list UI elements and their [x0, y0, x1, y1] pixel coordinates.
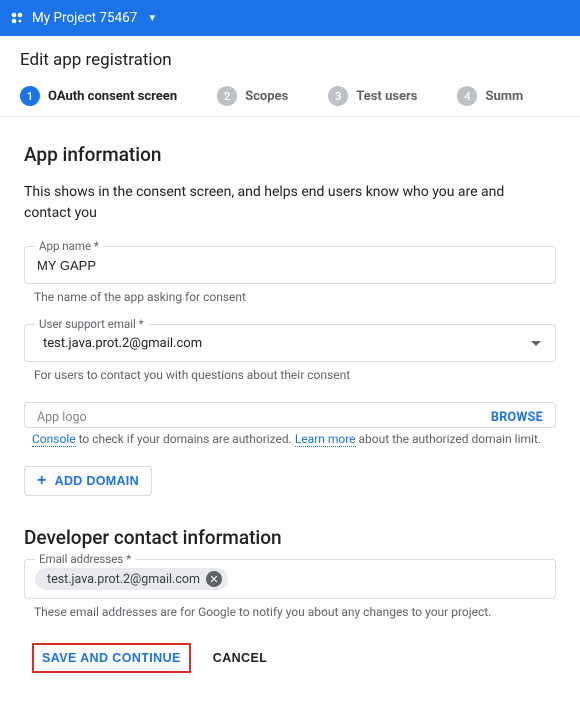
stepper: 1 OAuth consent screen 2 Scopes 3 Test u…: [0, 82, 580, 117]
dev-email-label: Email addresses *: [35, 552, 135, 566]
chevron-down-icon: ▼: [147, 13, 157, 24]
chevron-down-icon: [531, 341, 541, 346]
step-label: OAuth consent screen: [48, 89, 177, 104]
support-email-value: test.java.prot.2@gmail.com: [43, 336, 202, 351]
app-name-input[interactable]: [25, 247, 555, 283]
page-title: Edit app registration: [0, 36, 580, 82]
step-test-users[interactable]: 3 Test users: [328, 86, 417, 106]
app-name-field[interactable]: App name *: [24, 246, 556, 284]
step-number: 3: [328, 86, 348, 106]
content: App information This shows in the consen…: [0, 117, 580, 703]
step-summary[interactable]: 4 Summ: [457, 86, 523, 106]
email-chip: test.java.prot.2@gmail.com ✕: [35, 568, 228, 590]
dev-email-helper: These email addresses are for Google to …: [34, 605, 556, 619]
action-row: SAVE AND CONTINUE CANCEL: [24, 643, 556, 673]
app-logo-label: App logo: [37, 410, 87, 425]
save-and-continue-button[interactable]: SAVE AND CONTINUE: [32, 643, 191, 673]
step-scopes[interactable]: 2 Scopes: [217, 86, 288, 106]
gcp-logo-icon: [10, 11, 24, 25]
domain-hint: Console to check if your domains are aut…: [32, 430, 556, 448]
dev-email-field[interactable]: Email addresses * test.java.prot.2@gmail…: [24, 559, 556, 599]
app-name-label: App name *: [35, 239, 103, 253]
support-email-field[interactable]: User support email * test.java.prot.2@gm…: [24, 324, 556, 362]
learn-more-link[interactable]: Learn more: [295, 432, 356, 447]
project-selector[interactable]: My Project 75467: [32, 10, 137, 26]
browse-button[interactable]: BROWSE: [491, 410, 543, 425]
step-label: Scopes: [245, 89, 288, 104]
app-info-heading: App information: [24, 143, 556, 166]
search-console-link[interactable]: Console: [32, 432, 76, 447]
step-label: Test users: [356, 89, 417, 104]
app-info-sub: This shows in the consent screen, and he…: [24, 182, 544, 224]
support-email-helper: For users to contact you with questions …: [34, 368, 556, 382]
app-name-helper: The name of the app asking for consent: [34, 290, 556, 304]
add-domain-label: ADD DOMAIN: [55, 474, 139, 488]
cancel-button[interactable]: CANCEL: [213, 651, 267, 665]
email-chip-text: test.java.prot.2@gmail.com: [47, 572, 200, 587]
step-label: Summ: [485, 89, 523, 104]
dev-contact-heading: Developer contact information: [24, 526, 556, 549]
add-domain-button[interactable]: + ADD DOMAIN: [24, 466, 152, 496]
top-bar: My Project 75467 ▼: [0, 0, 580, 36]
step-number: 1: [20, 86, 40, 106]
step-number: 4: [457, 86, 477, 106]
step-oauth-consent[interactable]: 1 OAuth consent screen: [20, 86, 177, 106]
remove-chip-icon[interactable]: ✕: [206, 571, 222, 587]
app-logo-field[interactable]: App logo BROWSE: [24, 402, 556, 428]
step-number: 2: [217, 86, 237, 106]
support-email-label: User support email *: [35, 317, 148, 331]
